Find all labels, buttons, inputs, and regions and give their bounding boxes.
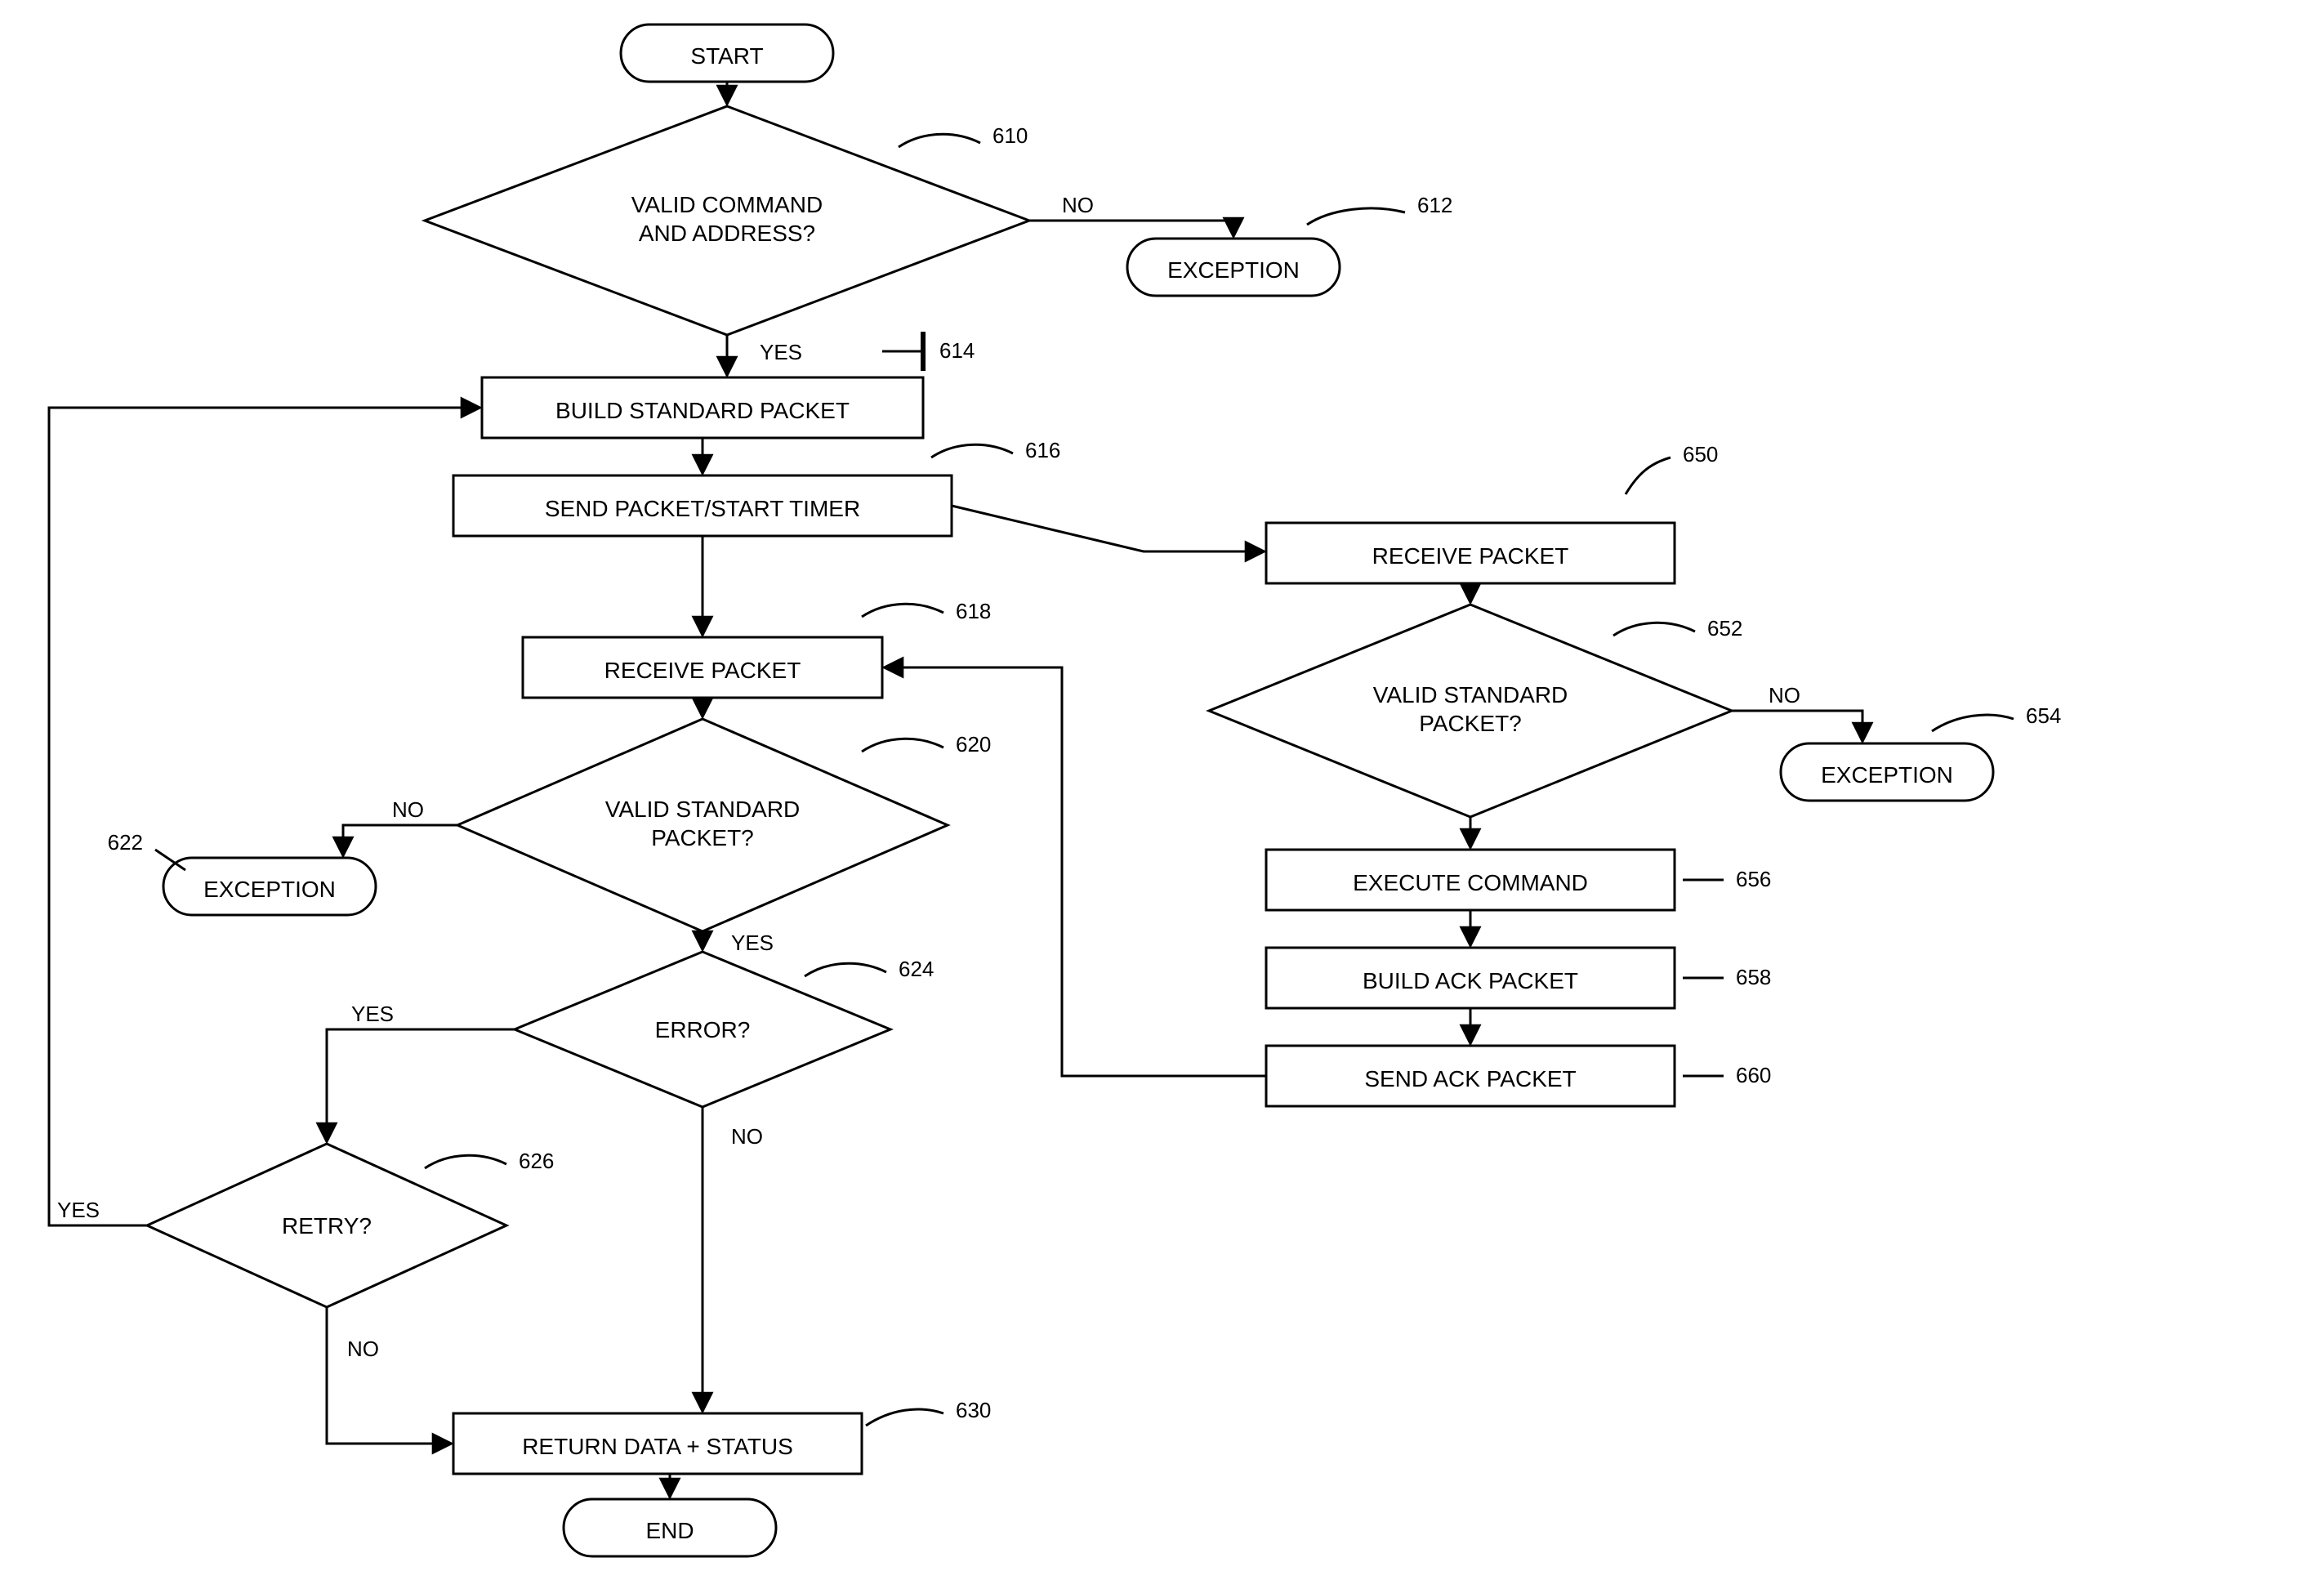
d626-label: RETRY? [282, 1213, 372, 1239]
d620-line1: VALID STANDARD [605, 797, 801, 822]
exc622-label: EXCEPTION [203, 877, 336, 902]
end-label: END [645, 1518, 694, 1543]
leader-610 [899, 134, 980, 147]
decision-610-line1: VALID COMMAND [631, 192, 823, 217]
edge-620-no [343, 825, 457, 856]
ref-614: 614 [939, 338, 975, 363]
ref-626: 626 [519, 1149, 554, 1173]
ref-624: 624 [899, 957, 934, 981]
edge-610-yes-label: YES [760, 340, 802, 364]
ref-658: 658 [1736, 965, 1771, 989]
leader-630 [866, 1409, 943, 1426]
d624-label: ERROR? [655, 1017, 751, 1042]
edge-626-no [327, 1307, 452, 1444]
d652-line1: VALID STANDARD [1373, 682, 1568, 707]
edge-624-no-label: NO [731, 1124, 763, 1149]
edge-652-no-label: NO [1769, 683, 1800, 707]
leader-620 [862, 739, 943, 752]
edge-620-no-label: NO [392, 797, 424, 822]
p618-label: RECEIVE PACKET [604, 658, 801, 683]
leader-624 [805, 963, 886, 976]
ref-610: 610 [992, 123, 1028, 148]
leader-652 [1613, 623, 1695, 636]
p656-label: EXECUTE COMMAND [1353, 870, 1588, 895]
edge-624-yes [327, 1029, 515, 1142]
decision-610-line2: AND ADDRESS? [639, 221, 815, 246]
leader-612 [1307, 208, 1405, 225]
ref-652: 652 [1707, 616, 1742, 641]
exc612-label: EXCEPTION [1167, 257, 1300, 283]
edge-610-no [1029, 221, 1233, 237]
ref-622: 622 [108, 830, 143, 855]
edge-660-618 [884, 667, 1266, 1076]
d652-line2: PACKET? [1419, 711, 1522, 736]
ref-660: 660 [1736, 1063, 1771, 1087]
edge-616-650 [952, 506, 1265, 551]
ref-616: 616 [1025, 438, 1060, 462]
edge-610-no-label: NO [1062, 193, 1094, 217]
ref-654: 654 [2026, 703, 2061, 728]
ref-656: 656 [1736, 867, 1771, 891]
p630-label: RETURN DATA + STATUS [522, 1434, 793, 1459]
exc654-label: EXCEPTION [1821, 762, 1953, 788]
ref-618: 618 [956, 599, 991, 623]
leader-626 [425, 1155, 506, 1168]
leader-618 [862, 604, 943, 617]
ref-630: 630 [956, 1398, 991, 1422]
edge-652-no [1732, 711, 1862, 742]
ref-650: 650 [1683, 442, 1718, 466]
d620-line2: PACKET? [651, 825, 754, 850]
leader-650 [1626, 458, 1671, 494]
edge-626-yes-label: YES [57, 1198, 100, 1222]
ref-612: 612 [1417, 193, 1452, 217]
p614-label: BUILD STANDARD PACKET [555, 398, 850, 423]
p658-label: BUILD ACK PACKET [1363, 968, 1578, 993]
p660-label: SEND ACK PACKET [1364, 1066, 1576, 1091]
ref-620: 620 [956, 732, 991, 757]
start-label: START [690, 43, 763, 69]
edge-626-no-label: NO [347, 1337, 379, 1361]
leader-616 [931, 444, 1013, 458]
leader-654 [1932, 715, 2014, 731]
edge-624-yes-label: YES [351, 1002, 394, 1026]
flowchart-canvas: START VALID COMMAND AND ADDRESS? 610 EXC… [0, 0, 2324, 1589]
p616-label: SEND PACKET/START TIMER [545, 496, 860, 521]
edge-620-yes-label: YES [731, 931, 774, 955]
p650-label: RECEIVE PACKET [1372, 543, 1569, 569]
